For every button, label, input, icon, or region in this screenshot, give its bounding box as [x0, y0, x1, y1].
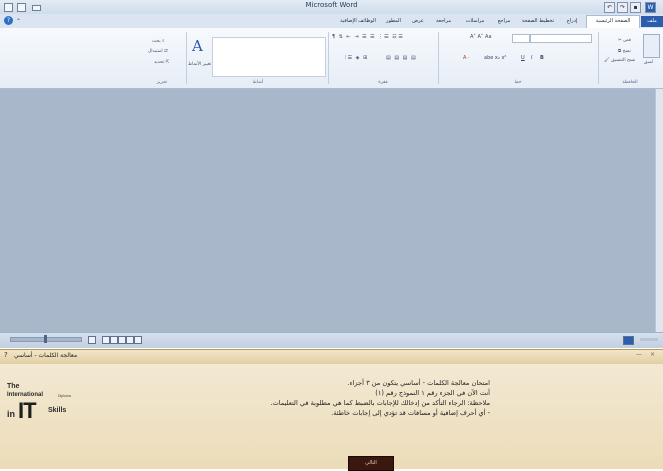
instruction-line: ملاحظة: الرجاء التأكد من إدخالك للإجابات… [270, 399, 490, 407]
align-right-icon[interactable]: ▤ ▤ ▤ ▤ [386, 55, 417, 61]
styles-gallery[interactable] [212, 37, 326, 77]
panel-minimize-icon[interactable]: — [636, 351, 642, 358]
format-painter-button[interactable]: 🖌 نسخ التنسيق [604, 58, 635, 63]
styles-group-label: أنماط [252, 80, 264, 85]
select-icon: ⇱ [165, 60, 170, 65]
status-bar [0, 332, 663, 348]
tab-references[interactable]: مراجع [493, 16, 515, 27]
view-print-icon[interactable] [134, 336, 142, 344]
view-draft-icon[interactable] [126, 336, 134, 344]
tab-review[interactable]: مراجعة [430, 16, 457, 27]
replace-button[interactable]: استبدال ⇄ [148, 49, 168, 54]
undo-icon[interactable]: ↶ [604, 2, 615, 13]
tab-page-layout[interactable]: تخطيط الصفحة [518, 16, 558, 27]
bold-icon[interactable]: B [540, 55, 544, 61]
select-button[interactable]: تحديد ⇱ [154, 60, 169, 65]
exam-instructions: امتحان معالجة الكلمات - أساسي يتكون من ٣… [210, 378, 490, 418]
font-name-combo[interactable] [530, 34, 592, 43]
word-icon[interactable]: W [645, 2, 656, 13]
find-button[interactable]: بحث ⌕ [152, 38, 165, 44]
panel-close-icon[interactable]: × [650, 351, 655, 358]
status-page-info [640, 338, 658, 341]
logo-in: in [7, 409, 15, 419]
replace-icon: ⇄ [164, 49, 168, 54]
language-icon[interactable] [623, 336, 634, 345]
logo-skills: Skills [48, 407, 67, 414]
help-icon[interactable]: ? [4, 16, 13, 25]
tab-mailings[interactable]: مراسلات [460, 16, 490, 27]
copy-button[interactable]: ⧉ نسخ [618, 48, 631, 54]
group-divider [598, 32, 599, 84]
zoom-icon[interactable] [88, 336, 96, 344]
italic-icon[interactable]: I [531, 55, 532, 61]
instruction-line: أنت الآن في الجزء رقم ١ النموذج رقم (١) [375, 389, 490, 397]
logo-it: IT [18, 398, 37, 423]
grow-font-icon[interactable]: A˄ A˅ Aa [470, 34, 492, 40]
view-outline-icon[interactable] [110, 336, 118, 344]
paste-icon[interactable] [643, 34, 660, 58]
group-divider [186, 32, 187, 84]
paragraph-group-label: فقرة [378, 80, 388, 85]
numbering-icon[interactable]: ☷ ☷ [384, 34, 398, 40]
tab-addins[interactable]: الوظائف الإضافية [336, 16, 380, 27]
view-icon[interactable] [4, 3, 13, 12]
exam-panel-titlebar [0, 349, 663, 365]
copy-icon: ⧉ [618, 49, 622, 54]
save-icon[interactable]: ▪ [630, 2, 641, 13]
view-web-icon[interactable] [102, 336, 110, 344]
logo-the: The [7, 383, 20, 390]
styles-icon[interactable]: A [192, 37, 203, 55]
find-icon: ⌕ [162, 39, 165, 44]
change-styles-button[interactable]: تغيير الأنماط [188, 62, 211, 67]
font-color-icon[interactable]: A · [463, 55, 470, 61]
tab-home[interactable]: الصفحة الرئيسية [586, 15, 640, 28]
instruction-line: - أي أحرف إضافية أو مسافات قد تؤدي إلى إ… [331, 409, 490, 417]
minimize-ribbon-icon[interactable] [32, 5, 41, 11]
justify-icon[interactable]: ⁝☰ ◈ ⊞ [345, 55, 368, 61]
exam-panel-title: معالجة الكلمات - أساسي [14, 352, 78, 359]
underline-icon[interactable]: U [521, 55, 525, 61]
vertical-scrollbar[interactable] [655, 89, 663, 332]
instruction-line: امتحان معالجة الكلمات - أساسي يتكون من ٣… [347, 379, 490, 387]
help-icon[interactable]: ? [4, 351, 8, 359]
view-reading-icon[interactable] [118, 336, 126, 344]
tab-insert[interactable]: إدراج [561, 16, 583, 27]
group-divider [438, 32, 439, 84]
tab-file[interactable]: ملف [641, 16, 663, 27]
font-group-label: خط [514, 80, 522, 85]
paste-label[interactable]: لصق [644, 60, 653, 65]
layout-icon[interactable] [17, 3, 26, 12]
font-size-combo[interactable] [512, 34, 530, 43]
redo-icon[interactable]: ↷ [617, 2, 628, 13]
logo-diploma: Diploma [58, 394, 71, 398]
tab-developer[interactable]: المطور [381, 16, 406, 27]
window-title: Microsoft Word [305, 1, 358, 9]
format-painter-icon: 🖌 [604, 58, 610, 63]
clipboard-group-label: الحافظة [622, 80, 638, 85]
caret-icon[interactable]: ⌃ [16, 18, 21, 25]
tab-view[interactable]: عرض [408, 16, 428, 27]
document-area[interactable] [0, 89, 663, 332]
group-divider [328, 32, 329, 84]
cut-button[interactable]: ✂ قص [618, 38, 631, 43]
editing-group-label: تحرير [156, 80, 168, 85]
cut-icon: ✂ [618, 38, 622, 43]
subscript-icon[interactable]: abe x₂ x² [484, 55, 506, 61]
zoom-handle[interactable] [44, 335, 47, 343]
